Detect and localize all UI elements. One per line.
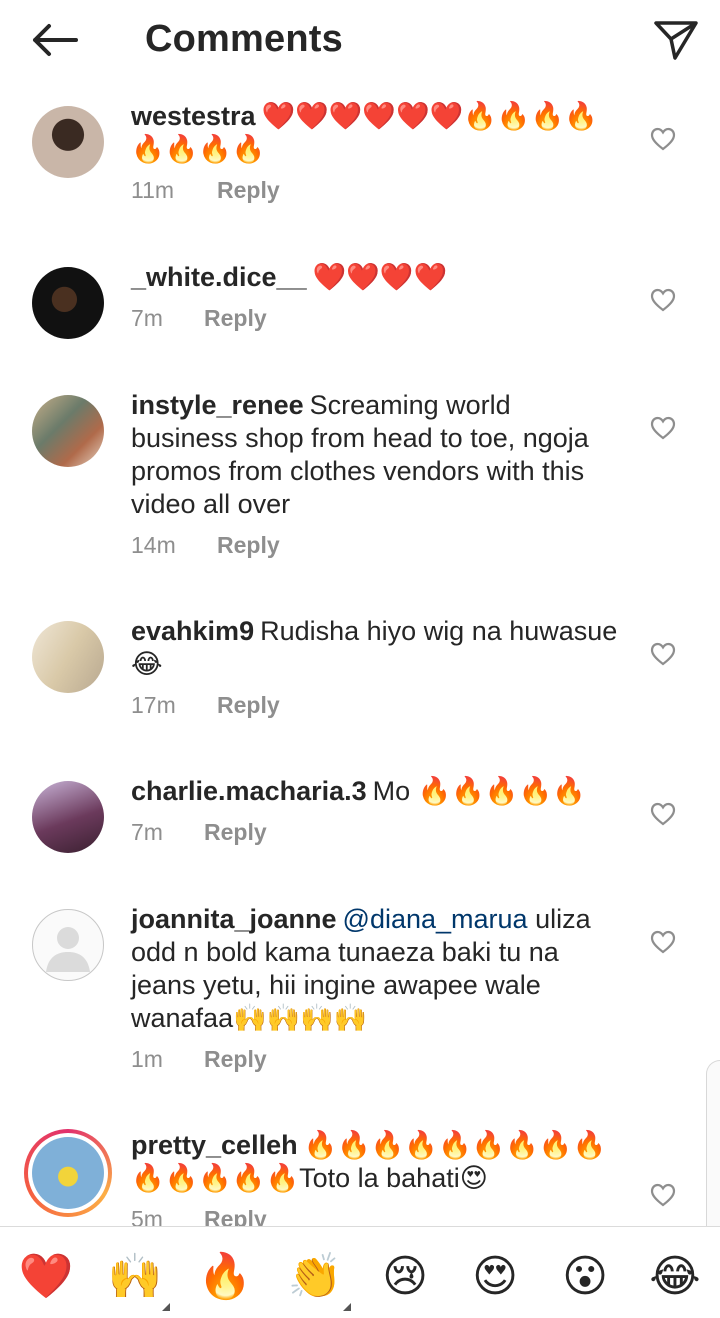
comment-item: evahkim9 Rudisha hiyo wig na huwasue 😂 17… <box>0 611 720 771</box>
paper-plane-icon <box>654 21 698 60</box>
comment-username[interactable]: joannita_joanne <box>131 904 337 934</box>
avatar <box>28 1133 108 1213</box>
avatar-story-ring[interactable] <box>24 1129 112 1217</box>
like-button[interactable] <box>648 124 678 154</box>
avatar-image <box>32 1137 104 1209</box>
comment-timestamp: 1m <box>131 1046 163 1072</box>
comment-timestamp: 7m <box>131 305 163 331</box>
reply-button[interactable]: Reply <box>217 177 280 204</box>
reaction-laughing-icon[interactable]: 😂 <box>647 1249 703 1305</box>
avatar[interactable] <box>32 267 104 339</box>
reply-button[interactable]: Reply <box>204 1046 267 1073</box>
reaction-crying-icon[interactable]: 😢 <box>377 1249 433 1305</box>
comment-timestamp: 14m <box>131 532 176 558</box>
reaction-clap-icon[interactable]: 👏 <box>287 1249 343 1305</box>
comment-timestamp: 11m <box>131 177 175 203</box>
default-avatar-icon <box>46 927 90 972</box>
quick-reaction-bar: ❤️ 🙌 🔥 👏 😢 😍 😮 😂 <box>0 1226 720 1318</box>
avatar[interactable] <box>32 781 104 853</box>
like-button[interactable] <box>648 413 678 443</box>
avatar[interactable] <box>32 909 104 981</box>
like-button[interactable] <box>648 799 678 829</box>
arrow-left-icon <box>33 24 78 56</box>
avatar[interactable] <box>32 621 104 693</box>
comment-username[interactable]: evahkim9 <box>131 616 254 646</box>
user-mention[interactable]: @diana_marua <box>343 904 528 934</box>
page-title: Comments <box>145 18 343 60</box>
reaction-heart-eyes-icon[interactable]: 😍 <box>467 1249 523 1305</box>
reply-button[interactable]: Reply <box>217 692 280 719</box>
heart-outline-icon <box>650 127 676 151</box>
skin-tone-variant-icon <box>343 1303 351 1311</box>
back-button[interactable] <box>22 12 86 68</box>
reply-button[interactable]: Reply <box>204 305 267 332</box>
heart-outline-icon <box>650 288 676 312</box>
like-button[interactable] <box>648 639 678 669</box>
comment-username[interactable]: charlie.macharia.3 <box>131 776 367 806</box>
comment-item: pretty_celleh 🔥🔥🔥🔥🔥🔥🔥🔥🔥🔥🔥🔥🔥🔥Toto la bahat… <box>0 1125 720 1226</box>
reaction-heart-icon[interactable]: ❤️ <box>18 1249 74 1305</box>
like-button[interactable] <box>648 1180 678 1210</box>
heart-outline-icon <box>650 642 676 666</box>
avatar[interactable] <box>32 395 104 467</box>
comment-item: westestra ❤️❤️❤️❤️❤️❤️🔥🔥🔥🔥🔥🔥🔥🔥 11m Reply <box>0 96 720 257</box>
skin-tone-variant-icon <box>162 1303 170 1311</box>
comment-timestamp: 7m <box>131 819 163 845</box>
heart-outline-icon <box>650 930 676 954</box>
reply-button[interactable]: Reply <box>217 532 280 559</box>
reaction-raised-hands-icon[interactable]: 🙌 <box>107 1249 163 1305</box>
send-button[interactable] <box>650 14 702 66</box>
comment-username[interactable]: westestra <box>131 101 256 131</box>
heart-outline-icon <box>650 802 676 826</box>
comments-list[interactable]: westestra ❤️❤️❤️❤️❤️❤️🔥🔥🔥🔥🔥🔥🔥🔥 11m Reply … <box>0 96 720 1226</box>
comment-username[interactable]: _white.dice__ <box>131 262 307 292</box>
heart-outline-icon <box>650 1183 676 1207</box>
comment-username[interactable]: pretty_celleh <box>131 1130 298 1160</box>
reaction-fire-icon[interactable]: 🔥 <box>197 1249 253 1305</box>
comment-item: charlie.macharia.3 Mo 🔥🔥🔥🔥🔥 7m Reply <box>0 771 720 899</box>
like-button[interactable] <box>648 927 678 957</box>
header-bar: Comments <box>0 0 720 84</box>
reaction-surprised-icon[interactable]: 😮 <box>557 1249 613 1305</box>
comment-body: ❤️❤️❤️❤️ <box>312 262 448 292</box>
reply-button[interactable]: Reply <box>204 819 267 846</box>
heart-outline-icon <box>650 416 676 440</box>
comment-username[interactable]: instyle_renee <box>131 390 304 420</box>
comment-timestamp: 5m <box>131 1206 163 1226</box>
comment-body: Mo 🔥🔥🔥🔥🔥 <box>372 776 586 806</box>
avatar[interactable] <box>32 106 104 178</box>
like-button[interactable] <box>648 285 678 315</box>
comment-item: joannita_joanne @diana_marua uliza odd n … <box>0 899 720 1125</box>
comment-item: instyle_renee Screaming world business sh… <box>0 385 720 611</box>
comment-item: _white.dice__ ❤️❤️❤️❤️ 7m Reply <box>0 257 720 385</box>
comment-timestamp: 17m <box>131 692 176 718</box>
reply-button[interactable]: Reply <box>204 1206 267 1226</box>
